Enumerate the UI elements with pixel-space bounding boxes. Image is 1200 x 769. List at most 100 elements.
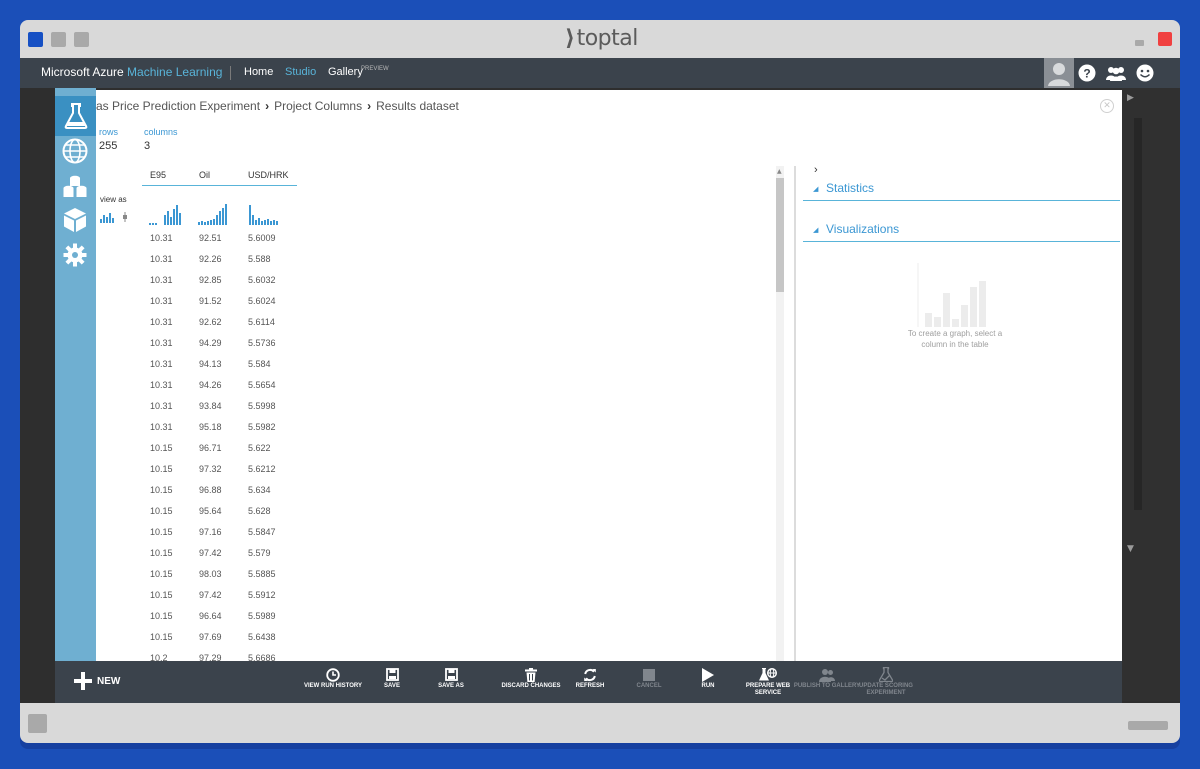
flask-icon[interactable] [55, 96, 96, 136]
cell-oil[interactable]: 96.88 [199, 485, 222, 495]
product-name: Microsoft Azure Machine Learning [41, 65, 222, 79]
column-header-oil[interactable]: Oil [199, 170, 210, 180]
close-window-button[interactable] [1158, 32, 1172, 46]
globe-icon[interactable] [60, 136, 90, 166]
update-scoring-experiment-button[interactable]: UPDATE SCORING EXPERIMENT [851, 666, 921, 697]
statistics-section[interactable]: ◢ Statistics [803, 177, 1120, 201]
nav-gallery[interactable]: Gallery [328, 66, 363, 78]
cell-oil[interactable]: 92.62 [199, 317, 222, 327]
cell-oil[interactable]: 94.26 [199, 380, 222, 390]
cell-e95[interactable]: 10.31 [150, 401, 173, 411]
gear-icon[interactable] [60, 240, 90, 270]
cell-usd-hrk[interactable]: 5.5885 [248, 569, 276, 579]
cell-e95[interactable]: 10.31 [150, 338, 173, 348]
cell-usd-hrk[interactable]: 5.6212 [248, 464, 276, 474]
cell-oil[interactable]: 96.71 [199, 443, 222, 453]
cell-usd-hrk[interactable]: 5.5654 [248, 380, 276, 390]
breadcrumb-experiment[interactable]: as Price Prediction Experiment [96, 99, 260, 113]
cell-usd-hrk[interactable]: 5.5998 [248, 401, 276, 411]
cell-oil[interactable]: 97.42 [199, 590, 222, 600]
cell-e95[interactable]: 10.15 [150, 569, 173, 579]
new-button[interactable]: NEW [74, 672, 120, 690]
cell-e95[interactable]: 10.31 [150, 275, 173, 285]
cell-oil[interactable]: 97.32 [199, 464, 222, 474]
table-scrollbar[interactable]: ▲ [776, 166, 784, 662]
scroll-up-icon[interactable]: ▲ [777, 168, 782, 175]
cell-e95[interactable]: 10.15 [150, 527, 173, 537]
cell-e95[interactable]: 10.15 [150, 506, 173, 516]
cell-usd-hrk[interactable]: 5.622 [248, 443, 271, 453]
cell-e95[interactable]: 10.31 [150, 317, 173, 327]
panel-close-icon[interactable]: ✕ [1100, 99, 1114, 113]
cell-e95[interactable]: 10.31 [150, 254, 173, 264]
cell-usd-hrk[interactable]: 5.5736 [248, 338, 276, 348]
cell-oil[interactable]: 91.52 [199, 296, 222, 306]
histogram-usd-hrk[interactable] [249, 203, 283, 225]
cell-e95[interactable]: 10.15 [150, 632, 173, 642]
cell-usd-hrk[interactable]: 5.5989 [248, 611, 276, 621]
column-header-e95[interactable]: E95 [150, 170, 166, 180]
cell-e95[interactable]: 10.31 [150, 380, 173, 390]
histogram-e95[interactable] [149, 203, 183, 225]
save-as-button[interactable]: SAVE AS [416, 666, 486, 690]
cell-usd-hrk[interactable]: 5.5847 [248, 527, 276, 537]
visualizations-section[interactable]: ◢ Visualizations [803, 218, 1120, 242]
cell-e95[interactable]: 10.31 [150, 233, 173, 243]
cell-usd-hrk[interactable]: 5.6438 [248, 632, 276, 642]
breadcrumb-project-columns[interactable]: Project Columns [274, 99, 362, 113]
nav-studio[interactable]: Studio [285, 66, 316, 78]
expand-panel-icon[interactable]: › [814, 164, 818, 176]
minimize-button[interactable] [1135, 40, 1144, 46]
cell-oil[interactable]: 92.26 [199, 254, 222, 264]
cell-oil[interactable]: 94.29 [199, 338, 222, 348]
datasets-icon[interactable] [60, 172, 90, 202]
cell-e95[interactable]: 10.15 [150, 548, 173, 558]
cube-icon[interactable] [60, 205, 90, 235]
cell-usd-hrk[interactable]: 5.579 [248, 548, 271, 558]
cell-usd-hrk[interactable]: 5.6009 [248, 233, 276, 243]
users-icon[interactable] [1102, 58, 1130, 88]
cell-oil[interactable]: 95.64 [199, 506, 222, 516]
cell-usd-hrk[interactable]: 5.6114 [248, 317, 275, 327]
cell-usd-hrk[interactable]: 5.6032 [248, 275, 276, 285]
gutter-scrollbar[interactable] [1134, 118, 1142, 510]
cell-usd-hrk[interactable]: 5.6024 [248, 296, 276, 306]
clock-icon [326, 667, 340, 682]
cell-usd-hrk[interactable]: 5.5912 [248, 590, 276, 600]
nav-home[interactable]: Home [244, 66, 273, 78]
trash-icon [525, 667, 537, 682]
gutter-scroll-down-icon[interactable]: ▼ [1127, 544, 1134, 554]
cell-oil[interactable]: 95.18 [199, 422, 222, 432]
cell-oil[interactable]: 92.51 [199, 233, 222, 243]
cell-usd-hrk[interactable]: 5.588 [248, 254, 271, 264]
cell-e95[interactable]: 10.31 [150, 422, 173, 432]
cell-e95[interactable]: 10.15 [150, 590, 173, 600]
cell-oil[interactable]: 98.03 [199, 569, 222, 579]
column-header-usd-hrk[interactable]: USD/HRK [248, 170, 289, 180]
boxplot-view-icon[interactable] [123, 212, 127, 222]
gutter-arrow-icon[interactable]: ▶ [1127, 93, 1134, 103]
cell-oil[interactable]: 97.16 [199, 527, 222, 537]
cell-oil[interactable]: 93.84 [199, 401, 222, 411]
cell-e95[interactable]: 10.31 [150, 359, 173, 369]
cell-oil[interactable]: 94.13 [199, 359, 222, 369]
cell-e95[interactable]: 10.15 [150, 611, 173, 621]
histogram-oil[interactable] [198, 203, 232, 225]
cell-usd-hrk[interactable]: 5.628 [248, 506, 271, 516]
smile-icon[interactable] [1131, 58, 1159, 88]
cell-e95[interactable]: 10.15 [150, 485, 173, 495]
cell-oil[interactable]: 92.85 [199, 275, 222, 285]
cell-oil[interactable]: 96.64 [199, 611, 222, 621]
cell-oil[interactable]: 97.69 [199, 632, 222, 642]
cell-oil[interactable]: 97.42 [199, 548, 222, 558]
cell-usd-hrk[interactable]: 5.584 [248, 359, 271, 369]
cell-e95[interactable]: 10.15 [150, 443, 173, 453]
cell-e95[interactable]: 10.15 [150, 464, 173, 474]
cell-usd-hrk[interactable]: 5.5982 [248, 422, 276, 432]
cell-usd-hrk[interactable]: 5.634 [248, 485, 271, 495]
histogram-view-icon[interactable] [100, 213, 114, 223]
cell-e95[interactable]: 10.31 [150, 296, 173, 306]
help-icon[interactable]: ? [1073, 58, 1101, 88]
avatar-icon[interactable] [1044, 58, 1074, 88]
scrollbar-thumb[interactable] [776, 178, 784, 292]
